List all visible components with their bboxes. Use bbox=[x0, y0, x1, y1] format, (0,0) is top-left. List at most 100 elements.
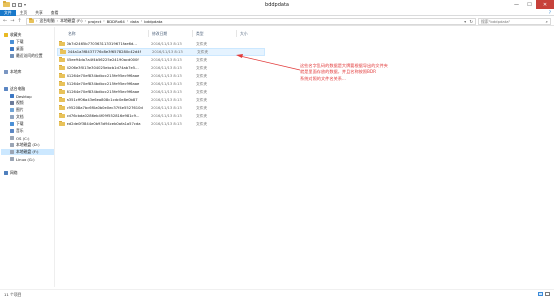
address-dropdown-chevron-icon[interactable]: ▾ bbox=[464, 19, 466, 25]
sidebar-item-label: 本地磁盘 (D:) bbox=[16, 142, 40, 147]
breadcrumb-drive-f[interactable]: 本地磁盘 (F:) bbox=[60, 18, 83, 24]
file-name: 45ee94da7a4f4b56225e24190acd000f bbox=[66, 58, 139, 62]
sidebar-item-desktop[interactable]: 桌面 bbox=[10, 46, 24, 52]
up-arrow-icon[interactable]: ↑ bbox=[17, 18, 21, 24]
minimize-button[interactable]: — bbox=[510, 0, 523, 9]
file-row[interactable]: ed2de0f3844e0b93d94ceb0afa1a57cda 2016/11… bbox=[57, 120, 265, 128]
sidebar-item-label: OS (C:) bbox=[16, 135, 30, 141]
file-date: 2016/11/13 8:13 bbox=[151, 98, 182, 102]
file-row[interactable]: 45ee94da7a4f4b56225e24190acd000f 2016/11/… bbox=[57, 56, 265, 64]
network-icon bbox=[4, 171, 8, 175]
breadcrumb-data[interactable]: data bbox=[130, 19, 139, 24]
breadcrumb-bddrx64[interactable]: BDDRx64 bbox=[107, 19, 125, 24]
sidebar-item-label: 这台电脑 bbox=[10, 86, 26, 91]
video-folder-icon bbox=[10, 101, 14, 105]
window-title: bddpdata bbox=[265, 2, 289, 8]
tab-file[interactable]: 文件 bbox=[0, 9, 16, 16]
maximize-button[interactable]: ☐ bbox=[523, 0, 536, 9]
file-date: 2016/11/13 8:13 bbox=[151, 74, 182, 78]
close-button[interactable]: ✕ bbox=[536, 0, 554, 9]
column-header-name[interactable]: 名称 bbox=[68, 31, 76, 37]
file-row[interactable]: 4206e3f013e304025ebcb1d74ab7e5... 2016/11… bbox=[57, 64, 265, 72]
breadcrumb-bddpdata[interactable]: bddpdata bbox=[144, 19, 162, 24]
tab-view[interactable]: 查看 bbox=[47, 10, 63, 16]
column-header-date[interactable]: 修改日期 bbox=[152, 31, 167, 37]
sidebar-item-recent[interactable]: 最近访问的位置 bbox=[10, 53, 43, 59]
sidebar-item-drive-d[interactable]: 本地磁盘 (D:) bbox=[10, 142, 40, 148]
tab-share[interactable]: 共享 bbox=[31, 10, 47, 16]
file-type: 文件夹 bbox=[196, 105, 208, 110]
star-icon bbox=[4, 33, 8, 37]
file-type: 文件夹 bbox=[196, 81, 208, 86]
file-row[interactable]: 044a1a3f8437776c8e3f6578280c42d4f 2016/11… bbox=[57, 48, 265, 56]
sidebar-item-downloads[interactable]: 下载 bbox=[10, 39, 24, 45]
nav-buttons: ← → ↑ bbox=[3, 18, 22, 24]
view-switcher bbox=[538, 292, 550, 296]
file-date: 2016/11/13 8:13 bbox=[151, 106, 182, 110]
sidebar-item-drive-c[interactable]: OS (C:) bbox=[10, 135, 30, 141]
details-view-icon[interactable] bbox=[538, 292, 543, 296]
drive-icon bbox=[10, 157, 14, 161]
sidebar-item-documents[interactable]: 文档 bbox=[10, 114, 24, 120]
refresh-icon[interactable]: ↻ bbox=[469, 19, 473, 25]
sidebar-item-library[interactable]: 本地库 bbox=[4, 69, 21, 75]
address-folder-icon bbox=[29, 18, 34, 23]
large-icons-view-icon[interactable] bbox=[545, 292, 550, 296]
folder-icon bbox=[59, 113, 65, 118]
sidebar-item-pictures[interactable]: 图片 bbox=[10, 107, 24, 113]
sidebar-item-favorites[interactable]: 收藏夹 bbox=[4, 32, 21, 38]
file-date: 2016/11/13 8:13 bbox=[152, 50, 183, 54]
computer-icon bbox=[4, 87, 8, 91]
file-row[interactable]: a351cff06a43e6ea808c1cdc0e8e0b87 2016/11/… bbox=[57, 96, 265, 104]
sidebar-item-label: 下载 bbox=[16, 121, 24, 126]
sidebar-item-label: 本地库 bbox=[10, 69, 22, 74]
drive-icon bbox=[10, 150, 14, 154]
status-bar: 11 个项目 bbox=[0, 289, 554, 298]
file-date: 2016/11/13 8:13 bbox=[151, 42, 182, 46]
sidebar-item-desktop-folder[interactable]: Desktop bbox=[10, 93, 32, 99]
file-row[interactable]: cd76cbda0286eb4f09f552816e981c9... 2016/1… bbox=[57, 112, 265, 120]
sidebar-item-label: Linux (G:) bbox=[16, 156, 35, 162]
item-count: 11 个项目 bbox=[4, 292, 22, 297]
search-input[interactable] bbox=[479, 18, 541, 25]
sidebar-item-downloads-pc[interactable]: 下载 bbox=[10, 121, 24, 127]
address-bar[interactable]: › 这台电脑 › 本地磁盘 (F:) › project › BDDRx64 ›… bbox=[26, 17, 476, 25]
sidebar-item-videos[interactable]: 视频 bbox=[10, 100, 24, 106]
back-arrow-icon[interactable]: ← bbox=[3, 18, 7, 24]
breadcrumb-project[interactable]: project bbox=[88, 19, 101, 24]
download-folder-icon bbox=[10, 122, 14, 126]
file-row[interactable]: 0b7d2465b770363113319671fae6d... 2016/11/… bbox=[57, 40, 265, 48]
sidebar-item-music[interactable]: 音乐 bbox=[10, 128, 24, 134]
file-type: 文件夹 bbox=[196, 113, 208, 118]
navigation-pane: 收藏夹 下载 桌面 最近访问的位置 本地库 这台电脑 Desktop 视频 图片… bbox=[0, 27, 55, 287]
file-row[interactable]: 61264e70ef834bdbcc215fe95ec9f6aae 2016/11… bbox=[57, 88, 265, 96]
file-row[interactable]: 51264e70ef834bdbcc215fe95ec9f6aae 2016/11… bbox=[57, 80, 265, 88]
file-name: 0b7d2465b770363113319671fae6d... bbox=[66, 42, 137, 46]
annotation-line: 就是里面存放的数据，并且名称按照BDR bbox=[300, 69, 377, 75]
folder-icon bbox=[59, 89, 65, 94]
column-header-size[interactable]: 大小 bbox=[240, 31, 248, 37]
window-controls: — ☐ ✕ bbox=[510, 0, 554, 10]
sidebar-item-this-pc[interactable]: 这台电脑 bbox=[4, 86, 25, 92]
music-folder-icon bbox=[10, 129, 14, 133]
file-date: 2016/11/13 8:13 bbox=[151, 122, 182, 126]
search-icon[interactable]: ⌕ bbox=[546, 19, 548, 25]
file-row[interactable]: 41264e70ef834bdbcc215fe95ec9f6aae 2016/11… bbox=[57, 72, 265, 80]
file-name: 044a1a3f8437776c8e3f6578280c42d4f bbox=[67, 50, 141, 54]
sidebar-item-drive-g[interactable]: Linux (G:) bbox=[10, 156, 35, 162]
sidebar-item-label: Desktop bbox=[16, 93, 32, 99]
sidebar-item-network[interactable]: 网络 bbox=[4, 170, 18, 176]
forward-arrow-icon[interactable]: → bbox=[10, 18, 14, 24]
file-row[interactable]: c95208a7bc6f0a0b0e0ec37f4e5527610d 2016/1… bbox=[57, 104, 265, 112]
file-name: cd76cbda0286eb4f09f552816e981c9... bbox=[66, 114, 140, 118]
file-type: 文件夹 bbox=[196, 121, 208, 126]
column-divider[interactable] bbox=[192, 30, 193, 37]
tab-home[interactable]: 主页 bbox=[16, 10, 32, 16]
breadcrumb-this-pc[interactable]: 这台电脑 bbox=[39, 18, 54, 24]
search-box[interactable]: ⌕ bbox=[478, 17, 551, 25]
file-name: 51264e70ef834bdbcc215fe95ec9f6aae bbox=[66, 82, 140, 86]
column-divider[interactable] bbox=[236, 30, 237, 37]
column-divider[interactable] bbox=[148, 30, 149, 37]
column-header-type[interactable]: 类型 bbox=[196, 31, 204, 37]
sidebar-item-drive-f[interactable]: 本地磁盘 (F:) bbox=[1, 149, 54, 155]
